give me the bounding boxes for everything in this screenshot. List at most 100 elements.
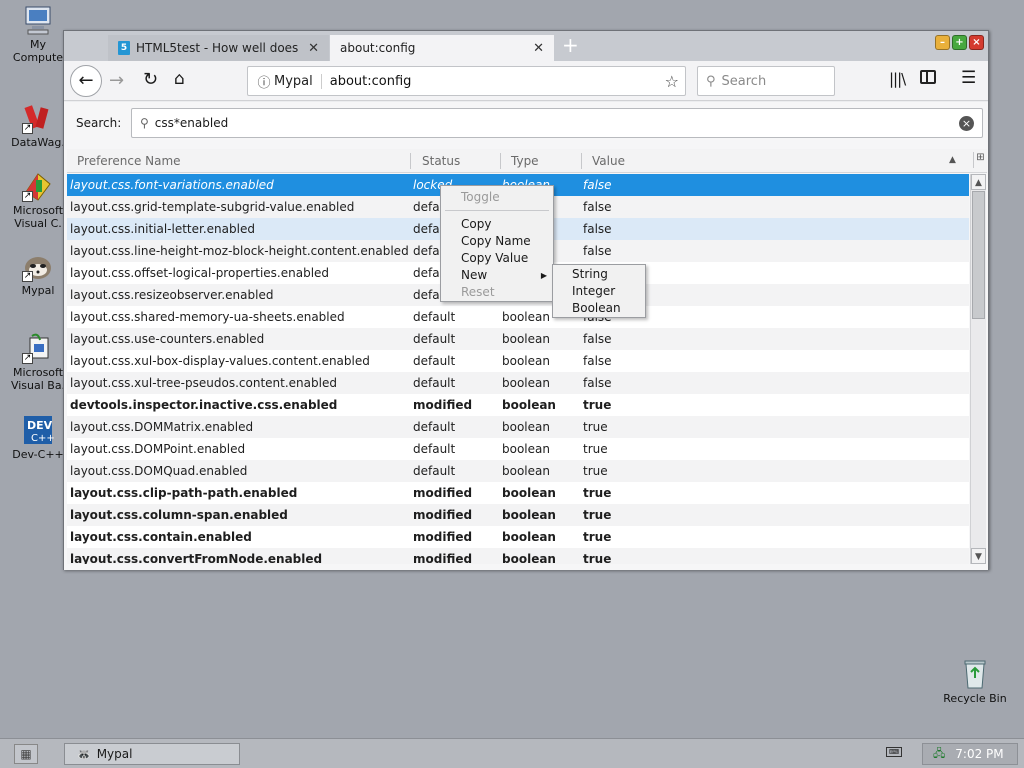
preference-row[interactable]: layout.css.shared-memory-ua-sheets.enabl… bbox=[67, 306, 969, 328]
preference-value: false bbox=[583, 332, 612, 346]
bookmark-star-icon[interactable]: ☆ bbox=[665, 72, 679, 91]
reload-button[interactable]: ↻ bbox=[143, 69, 158, 90]
preference-name: devtools.inspector.inactive.css.enabled bbox=[70, 398, 338, 412]
column-type[interactable]: Type bbox=[511, 154, 539, 168]
preference-type: boolean bbox=[502, 332, 550, 346]
preference-row[interactable]: layout.css.column-span.enabled modified bo… bbox=[67, 504, 969, 526]
column-preference-name[interactable]: Preference Name bbox=[77, 154, 181, 168]
preference-row[interactable]: layout.css.DOMMatrix.enabled default boole… bbox=[67, 416, 969, 438]
preference-status: modified bbox=[413, 552, 473, 564]
preference-status: default bbox=[413, 354, 456, 368]
preference-name: layout.css.grid-template-subgrid-value.e… bbox=[70, 200, 355, 214]
column-separator[interactable] bbox=[500, 153, 501, 169]
visual-c-icon: ↗ bbox=[22, 170, 54, 202]
desktop-icon-label: Microsoft Visual Ba. bbox=[10, 366, 66, 392]
preference-row[interactable]: layout.css.xul-box-display-values.conten… bbox=[67, 350, 969, 372]
preference-value: false bbox=[583, 178, 612, 192]
preference-status: default bbox=[413, 310, 456, 324]
datawag-icon: ↗ bbox=[22, 102, 54, 134]
config-search-value[interactable]: css*enabled bbox=[155, 116, 953, 130]
preference-row[interactable]: layout.css.xul-tree-pseudos.content.enab… bbox=[67, 372, 969, 394]
menu-item-new[interactable]: New ▶ bbox=[441, 267, 553, 284]
shortcut-arrow-icon: ↗ bbox=[22, 191, 33, 202]
desktop-icon-label: Recycle Bin bbox=[943, 692, 1007, 705]
column-separator[interactable] bbox=[410, 153, 411, 169]
info-icon[interactable]: ⓘ bbox=[254, 72, 274, 91]
tab-html5test[interactable]: 5 HTML5test - How well does ✕ bbox=[108, 35, 329, 61]
shortcut-arrow-icon: ↗ bbox=[22, 353, 33, 364]
config-search-input[interactable]: ⚲ css*enabled × bbox=[131, 108, 983, 138]
submenu-item-integer[interactable]: Integer bbox=[553, 283, 645, 300]
scrollbar-thumb[interactable] bbox=[972, 191, 985, 319]
library-icon[interactable]: |||\ bbox=[889, 70, 906, 88]
submenu-item-string[interactable]: String bbox=[553, 266, 645, 283]
column-picker-icon[interactable]: ⊞ bbox=[973, 152, 987, 168]
tab-about-config[interactable]: about:config ✕ bbox=[330, 35, 554, 61]
preference-value: true bbox=[583, 442, 608, 456]
clear-icon[interactable]: × bbox=[959, 115, 974, 131]
preference-type: boolean bbox=[502, 354, 550, 368]
taskbar: ▦ 🦝 Mypal ⌨ 🖧 7:02 PM bbox=[0, 738, 1024, 768]
preference-name: layout.css.column-span.enabled bbox=[70, 508, 288, 522]
desktop-icon-recycle-bin[interactable]: Recycle Bin bbox=[937, 658, 1013, 705]
column-status[interactable]: Status bbox=[422, 154, 460, 168]
preference-row[interactable]: layout.css.DOMPoint.enabled default boolea… bbox=[67, 438, 969, 460]
hamburger-menu-icon[interactable]: ☰ bbox=[961, 68, 976, 88]
preference-type: boolean bbox=[502, 398, 556, 412]
preference-row[interactable]: layout.css.contain.enabled modified boolea… bbox=[67, 526, 969, 548]
new-tab-button[interactable]: + bbox=[562, 33, 579, 57]
keyboard-icon[interactable]: ⌨ bbox=[886, 747, 902, 757]
column-value[interactable]: Value bbox=[592, 154, 625, 168]
taskbar-button-mypal[interactable]: 🦝 Mypal bbox=[64, 743, 240, 765]
preference-type: boolean bbox=[502, 464, 550, 478]
menu-item-toggle[interactable]: Toggle bbox=[441, 189, 553, 206]
url-site-identity[interactable]: Mypal bbox=[274, 73, 322, 89]
url-text[interactable]: about:config bbox=[330, 74, 665, 89]
vertical-scrollbar[interactable]: ▲ ▼ bbox=[970, 174, 986, 564]
preference-name: layout.css.offset-logical-properties.ena… bbox=[70, 266, 330, 280]
search-placeholder: Search bbox=[721, 73, 767, 89]
back-button[interactable]: ← bbox=[70, 65, 102, 97]
maximize-button[interactable]: + bbox=[952, 35, 967, 50]
mypal-icon: 🦝 bbox=[77, 747, 91, 761]
menu-item-copy-name[interactable]: Copy Name bbox=[441, 233, 553, 250]
menu-item-copy-value[interactable]: Copy Value bbox=[441, 250, 553, 267]
close-window-button[interactable]: × bbox=[969, 35, 984, 50]
network-icon[interactable]: 🖧 bbox=[933, 745, 945, 764]
preference-row[interactable]: layout.css.DOMQuad.enabled default boolean… bbox=[67, 460, 969, 482]
preference-type: boolean bbox=[502, 530, 556, 544]
preference-status: default bbox=[413, 420, 456, 434]
preference-type: boolean bbox=[502, 508, 556, 522]
scroll-up-icon[interactable]: ▲ bbox=[971, 174, 986, 190]
submenu-item-boolean[interactable]: Boolean bbox=[553, 300, 645, 317]
window-controls: – + × bbox=[935, 35, 984, 50]
forward-button[interactable]: → bbox=[109, 70, 124, 91]
menu-item-copy[interactable]: Copy bbox=[441, 216, 553, 233]
tab-title: HTML5test - How well does bbox=[136, 41, 299, 55]
preference-value: false bbox=[583, 354, 612, 368]
minimize-button[interactable]: – bbox=[935, 35, 950, 50]
preference-row[interactable]: layout.css.convertFromNode.enabled modifi… bbox=[67, 548, 969, 564]
sort-ascending-icon: ▲ bbox=[949, 155, 956, 165]
preference-row[interactable]: layout.css.use-counters.enabled default bo… bbox=[67, 328, 969, 350]
menu-item-reset[interactable]: Reset bbox=[441, 284, 553, 301]
sidebar-icon[interactable] bbox=[920, 70, 936, 84]
preference-row[interactable]: layout.css.clip-path-path.enabled modifie… bbox=[67, 482, 969, 504]
search-bar[interactable]: ⚲ Search bbox=[697, 66, 835, 96]
preference-row[interactable]: devtools.inspector.inactive.css.enabled m… bbox=[67, 394, 969, 416]
close-icon[interactable]: ✕ bbox=[308, 41, 319, 56]
home-button[interactable]: ⌂ bbox=[174, 69, 185, 89]
close-icon[interactable]: ✕ bbox=[533, 41, 544, 56]
clock[interactable]: 7:02 PM bbox=[955, 747, 1003, 761]
about-config-page: Search: ⚲ css*enabled × Preference Name … bbox=[64, 102, 988, 570]
menu-separator bbox=[445, 210, 549, 211]
start-menu-icon[interactable]: ▦ bbox=[14, 744, 38, 764]
url-bar[interactable]: ⓘ Mypal about:config ☆ bbox=[247, 66, 686, 96]
preferences-header: Preference Name Status Type Value ▲ ⊞ bbox=[67, 149, 987, 173]
taskbar-button-label: Mypal bbox=[96, 747, 133, 761]
column-separator[interactable] bbox=[581, 153, 582, 169]
scroll-down-icon[interactable]: ▼ bbox=[971, 548, 986, 564]
preference-name: layout.css.line-height-moz-block-height.… bbox=[70, 244, 409, 258]
devcpp-icon: DEV C++ bbox=[22, 414, 55, 446]
search-icon: ⚲ bbox=[706, 73, 716, 89]
